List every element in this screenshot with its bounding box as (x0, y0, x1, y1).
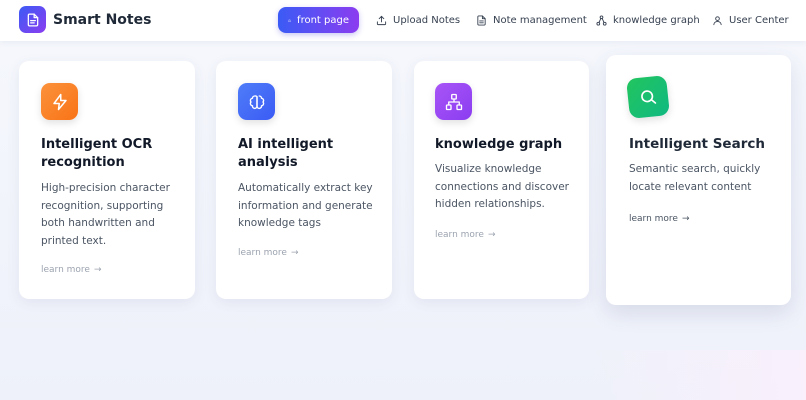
card-title: AI intelligent analysis (238, 137, 334, 170)
home-icon (288, 18, 291, 22)
arrow-right-icon: → (290, 248, 299, 258)
ocr-icon-box (41, 83, 78, 120)
card-description: Automatically extract key information an… (238, 182, 373, 229)
ai-icon-box (238, 83, 275, 120)
learn-more-link[interactable]: learn more → (629, 214, 690, 224)
lightning-icon (52, 93, 67, 110)
learn-more-link[interactable]: learn more → (435, 230, 496, 240)
card-description: High-precision character recognition, su… (41, 182, 170, 247)
network-icon (445, 93, 462, 110)
card-title: Intelligent Search (629, 136, 765, 152)
learn-more-link[interactable]: learn more → (41, 265, 102, 275)
nav-label: knowledge graph (613, 14, 700, 26)
nav-upload-notes[interactable]: Upload Notes (366, 7, 470, 33)
top-navigation-bar: Smart Notes front page Upload Notes Note… (0, 0, 806, 41)
feature-card-intelligent-search[interactable]: Intelligent Search Semantic search, quic… (606, 55, 791, 305)
document-icon (477, 14, 486, 26)
card-title: knowledge graph (435, 137, 563, 152)
upload-icon (376, 15, 387, 25)
card-description: Semantic search, quickly locate relevant… (629, 163, 761, 193)
nav-label: User Center (729, 14, 789, 26)
nav-front-page[interactable]: front page (278, 7, 359, 33)
feature-card-ocr[interactable]: Intelligent OCR recognition High-precisi… (19, 61, 195, 299)
card-description: Visualize knowledge connections and disc… (435, 163, 569, 210)
search-icon-box (626, 75, 670, 119)
graph-icon (596, 14, 607, 26)
arrow-right-icon: → (681, 214, 690, 224)
feature-card-knowledge-graph[interactable]: knowledge graph Visualize knowledge conn… (414, 61, 589, 299)
feature-card-ai-analysis[interactable]: AI intelligent analysis Automatically ex… (216, 61, 392, 299)
nav-user-center[interactable]: User Center (702, 7, 799, 33)
user-icon (713, 15, 722, 25)
graph-icon-box (435, 83, 472, 120)
nav-knowledge-graph[interactable]: knowledge graph (586, 7, 710, 33)
search-icon (641, 90, 657, 104)
nav-note-management[interactable]: Note management (466, 7, 597, 33)
arrow-right-icon: → (487, 230, 496, 240)
learn-more-link[interactable]: learn more → (238, 248, 299, 258)
nav-label: front page (297, 14, 349, 26)
arrow-right-icon: → (93, 265, 102, 275)
nav-label: Note management (493, 14, 587, 26)
card-title: Intelligent OCR recognition (41, 137, 153, 170)
brain-icon (249, 94, 264, 109)
main-nav: front page Upload Notes Note management … (0, 0, 806, 41)
nav-label: Upload Notes (393, 14, 461, 26)
background-glow (588, 350, 806, 400)
